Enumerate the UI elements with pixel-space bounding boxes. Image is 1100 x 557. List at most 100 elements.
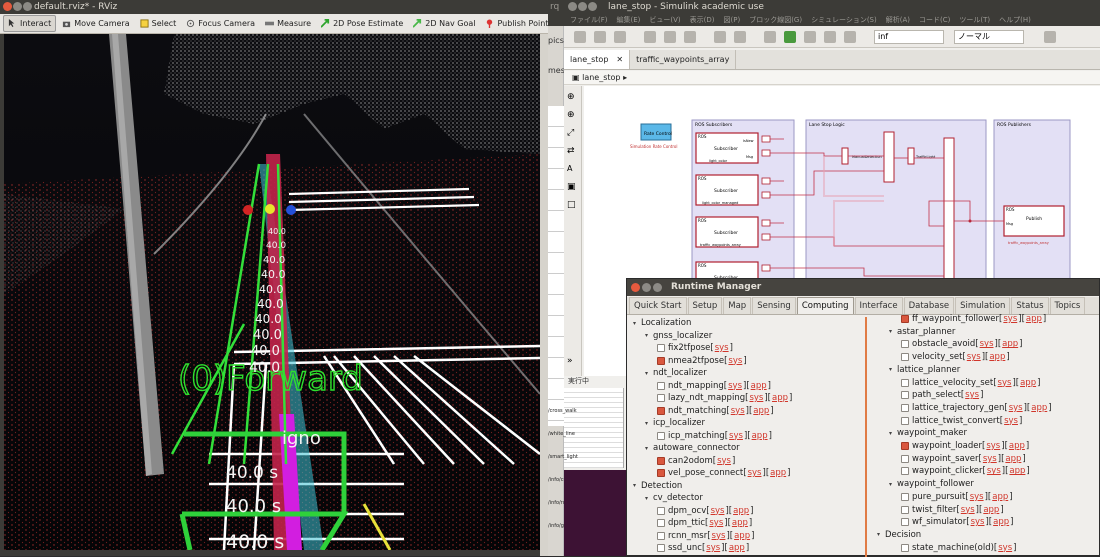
expand-icon[interactable]: » (567, 356, 573, 366)
move-camera-tool-button[interactable]: Move Camera (58, 15, 133, 32)
node-checkbox[interactable] (657, 519, 665, 527)
2d-pose-estimate-tool-button[interactable]: 2D Pose Estimate (317, 15, 407, 32)
sys-link[interactable]: sys (970, 492, 984, 502)
tab-quick-start[interactable]: Quick Start (629, 297, 687, 314)
app-link[interactable]: app (992, 492, 1008, 502)
node-checkbox[interactable] (901, 543, 909, 552)
expand-arrow-icon[interactable]: ▾ (889, 366, 897, 373)
node-checkbox[interactable] (657, 394, 665, 402)
expand-arrow-icon[interactable]: ▾ (645, 420, 653, 427)
new-model-icon[interactable] (574, 31, 586, 43)
minimize-window-icon[interactable] (578, 2, 587, 11)
sys-link[interactable]: sys (961, 505, 975, 515)
traffic-light-block[interactable] (907, 147, 915, 165)
node-checkbox[interactable] (657, 431, 665, 440)
sys-link[interactable]: sys (998, 543, 1012, 553)
node-checkbox[interactable] (901, 454, 909, 463)
manual-detection-block[interactable] (841, 147, 849, 165)
sys-link[interactable]: sys (1009, 403, 1023, 413)
forward-icon[interactable] (664, 31, 676, 43)
point-cloud-scene[interactable]: (0)Forward igno 40.0 40.0 40.0 40.0 40.0… (4, 34, 540, 550)
sys-link[interactable]: sys (711, 506, 725, 516)
image-icon[interactable]: ▣ (567, 182, 576, 192)
sys-link[interactable]: sys (983, 454, 997, 464)
3d-viewport[interactable]: (0)Forward igno 40.0 40.0 40.0 40.0 40.0… (4, 34, 540, 550)
tree-group-localization[interactable]: ▾ Localization (633, 317, 691, 329)
step-back-icon[interactable] (764, 31, 776, 43)
node-checkbox[interactable] (901, 492, 909, 501)
tree-group-decision[interactable]: ▾ Decision (877, 529, 921, 541)
focus-camera-tool-button[interactable]: Focus Camera (182, 15, 259, 32)
app-link[interactable]: app (1002, 339, 1018, 349)
expand-arrow-icon[interactable]: ▾ (889, 430, 897, 437)
breadcrumb-item[interactable]: lane_stop (582, 73, 620, 82)
app-link[interactable]: app (983, 505, 999, 515)
menu-view[interactable]: ビュー(V) (649, 14, 680, 26)
app-link[interactable]: app (734, 531, 750, 541)
app-link[interactable]: app (733, 506, 749, 516)
app-link[interactable]: app (732, 518, 748, 528)
2d-nav-goal-tool-button[interactable]: 2D Nav Goal (409, 15, 479, 32)
tab-setup[interactable]: Setup (687, 297, 723, 314)
node-checkbox[interactable] (901, 378, 909, 387)
tree-group-astar-planner[interactable]: ▾ astar_planner (889, 326, 955, 338)
sys-link[interactable]: sys (986, 441, 1000, 451)
menu-analysis[interactable]: 解析(A) (886, 14, 910, 26)
sys-link[interactable]: sys (728, 356, 742, 366)
sys-link[interactable]: sys (1003, 314, 1017, 324)
settings-gear-icon[interactable] (734, 31, 746, 43)
node-checkbox[interactable] (901, 403, 909, 412)
app-link[interactable]: app (1026, 314, 1042, 324)
stop-icon[interactable] (844, 31, 856, 43)
close-window-icon[interactable] (3, 2, 12, 11)
app-link[interactable]: app (1020, 378, 1036, 388)
app-link[interactable]: app (751, 381, 767, 391)
node-checkbox[interactable] (901, 505, 909, 514)
sys-link[interactable]: sys (998, 378, 1012, 388)
sim-mode-dropdown[interactable]: ノーマル (954, 30, 1024, 44)
pause-icon[interactable] (804, 31, 816, 43)
sys-link[interactable]: sys (1004, 416, 1018, 426)
fit-view-icon[interactable]: ⤢ (567, 128, 574, 138)
node-checkbox[interactable] (901, 315, 909, 323)
node-checkbox[interactable] (657, 531, 665, 540)
tab-map[interactable]: Map (723, 297, 752, 314)
node-checkbox[interactable] (657, 406, 665, 415)
app-link[interactable]: app (772, 393, 788, 403)
select-tool-button[interactable]: Select (136, 15, 181, 32)
close-tab-icon[interactable]: ✕ (616, 50, 623, 69)
node-checkbox[interactable] (901, 391, 909, 400)
zoom-in-icon[interactable]: ⊕ (567, 110, 575, 120)
menu-help[interactable]: ヘルプ(H) (999, 14, 1031, 26)
panel-splitter[interactable] (865, 317, 867, 557)
app-link[interactable]: app (770, 468, 786, 478)
node-checkbox[interactable] (901, 353, 909, 362)
tab-traffic-waypoints-array[interactable]: traffic_waypoints_array (630, 50, 737, 69)
interact-tool-button[interactable]: Interact (3, 15, 57, 32)
tree-group-waypoint-maker[interactable]: ▾ waypoint_maker (889, 427, 967, 439)
app-link[interactable]: app (1009, 441, 1025, 451)
area-icon[interactable]: □ (567, 200, 576, 210)
node-checkbox[interactable] (657, 356, 665, 365)
tab-computing[interactable]: Computing (796, 297, 854, 314)
node-checkbox[interactable] (901, 416, 909, 425)
list-item[interactable]: /smart_light (548, 446, 578, 469)
step-forward-icon[interactable] (824, 31, 836, 43)
node-checkbox[interactable] (901, 467, 909, 476)
list-item[interactable]: /info/gui (548, 515, 568, 538)
library-icon[interactable] (714, 31, 726, 43)
app-link[interactable]: app (729, 543, 745, 553)
expand-arrow-icon[interactable]: ▾ (633, 320, 641, 327)
menu-tools[interactable]: ツール(T) (959, 14, 990, 26)
zoom-icon[interactable]: ⊕ (567, 92, 575, 102)
sys-link[interactable]: sys (967, 352, 981, 362)
tree-group-ndt-localizer[interactable]: ▾ ndt_localizer (645, 367, 707, 379)
tab-lane-stop[interactable]: lane_stop ✕ (564, 50, 631, 69)
node-checkbox[interactable] (901, 442, 909, 450)
list-item[interactable]: /cross_walk (548, 400, 577, 423)
expand-arrow-icon[interactable]: ▾ (645, 370, 653, 377)
sys-link[interactable]: sys (980, 339, 994, 349)
node-checkbox[interactable] (657, 381, 665, 390)
expand-arrow-icon[interactable]: ▾ (645, 495, 653, 502)
measure-tool-button[interactable]: Measure (261, 15, 315, 32)
